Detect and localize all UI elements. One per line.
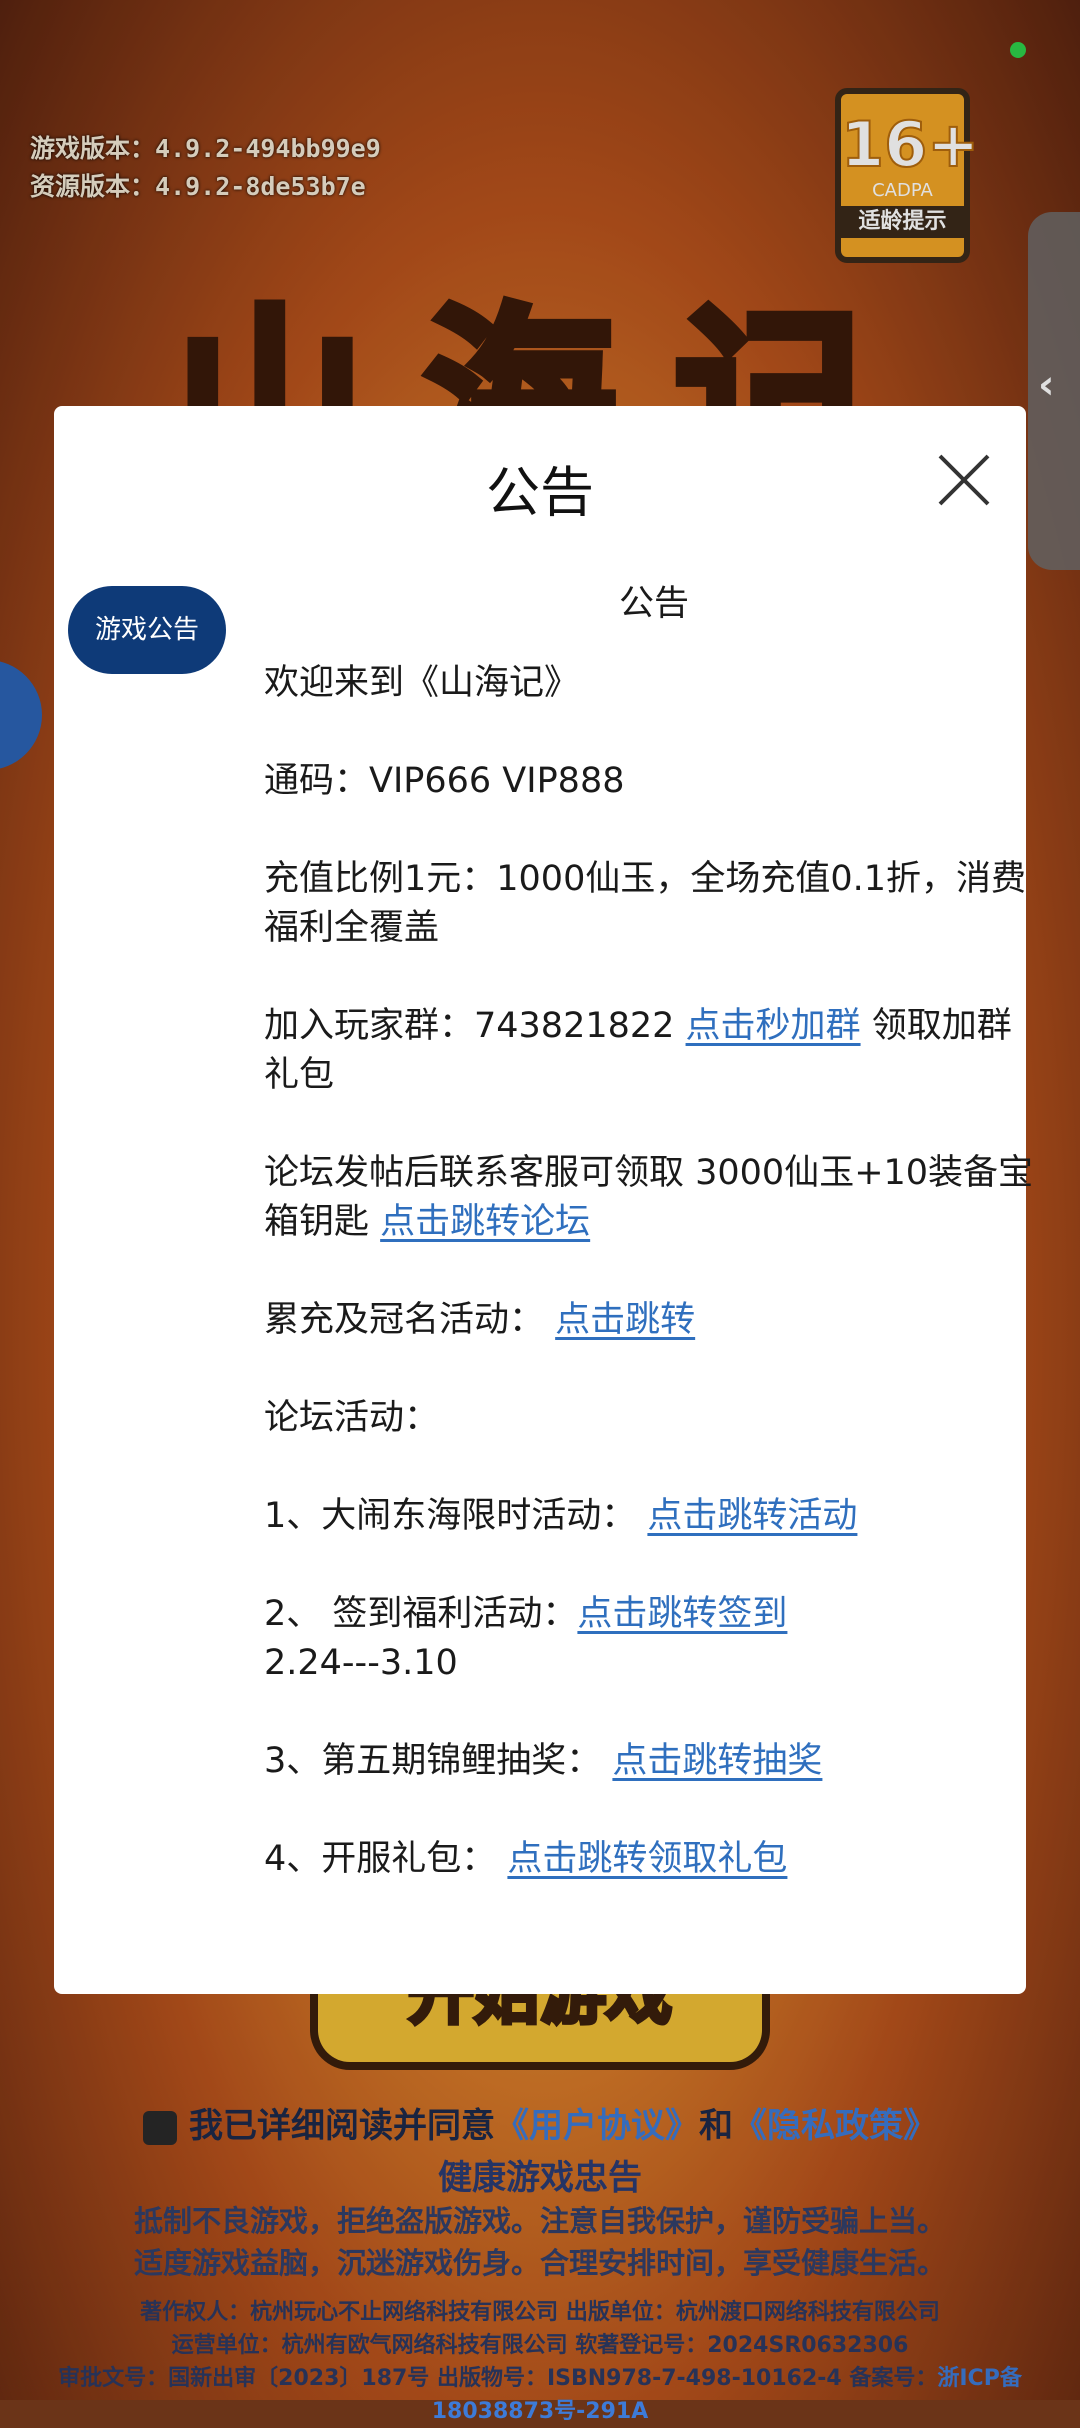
content-heading: 公告 bbox=[618, 584, 689, 624]
group-paragraph: 加入玩家群：743821822 点击秒加群 领取加群礼包 bbox=[264, 1002, 1044, 1100]
activity-2: 2、 签到福利活动：点击跳转签到 2.24---3.10 bbox=[264, 1590, 1044, 1688]
recharge-text: 充值比例1元：1000仙玉，全场充值0.1折，消费福利全覆盖 bbox=[264, 859, 1027, 948]
tab-game-announcement[interactable]: 游戏公告 bbox=[68, 586, 226, 674]
activity-3-link[interactable]: 点击跳转抽奖 bbox=[612, 1741, 822, 1781]
announcement-dialog: 公告 游戏公告 公告 欢迎来到《山海记》 通码：VIP666 VIP888 充值… bbox=[54, 406, 1033, 1994]
dialog-title: 公告 bbox=[486, 461, 594, 524]
announcement-content: 公告 欢迎来到《山海记》 通码：VIP666 VIP888 充值比例1元：100… bbox=[264, 580, 1044, 1933]
welcome-text: 欢迎来到《山海记》 bbox=[264, 663, 580, 703]
activity-2-link[interactable]: 点击跳转签到 bbox=[577, 1594, 787, 1634]
activity-4-text: 4、开服礼包： bbox=[264, 1839, 508, 1879]
activity-4-link[interactable]: 点击跳转领取礼包 bbox=[507, 1839, 787, 1879]
activity-1-link[interactable]: 点击跳转活动 bbox=[647, 1496, 857, 1536]
activity-1: 1、大闹东海限时活动： 点击跳转活动 bbox=[264, 1492, 1044, 1541]
forum-paragraph: 论坛发帖后联系客服可领取 3000仙玉+10装备宝箱钥匙 点击跳转论坛 bbox=[264, 1149, 1044, 1247]
activity-3-text: 3、第五期锦鲤抽奖： bbox=[264, 1741, 613, 1781]
code-text: 通码：VIP666 VIP888 bbox=[264, 761, 625, 801]
activity-1-text: 1、大闹东海限时活动： bbox=[264, 1496, 648, 1536]
group-text: 加入玩家群：743821822 bbox=[264, 1006, 686, 1046]
cumulative-paragraph: 累充及冠名活动： 点击跳转 bbox=[264, 1296, 1044, 1345]
join-group-link[interactable]: 点击秒加群 bbox=[686, 1006, 861, 1046]
cumulative-text: 累充及冠名活动： bbox=[264, 1300, 556, 1340]
cumulative-link[interactable]: 点击跳转 bbox=[555, 1300, 695, 1340]
forum-link[interactable]: 点击跳转论坛 bbox=[380, 1202, 590, 1242]
activity-4: 4、开服礼包： 点击跳转领取礼包 bbox=[264, 1835, 1044, 1884]
forum-activity-heading: 论坛活动： bbox=[264, 1398, 440, 1438]
close-button[interactable] bbox=[934, 450, 994, 510]
activity-3: 3、第五期锦鲤抽奖： 点击跳转抽奖 bbox=[264, 1737, 1044, 1786]
activity-2-text: 2、 签到福利活动： bbox=[264, 1594, 578, 1634]
close-icon bbox=[938, 454, 990, 506]
activity-2-date: 2.24---3.10 bbox=[264, 1643, 458, 1683]
